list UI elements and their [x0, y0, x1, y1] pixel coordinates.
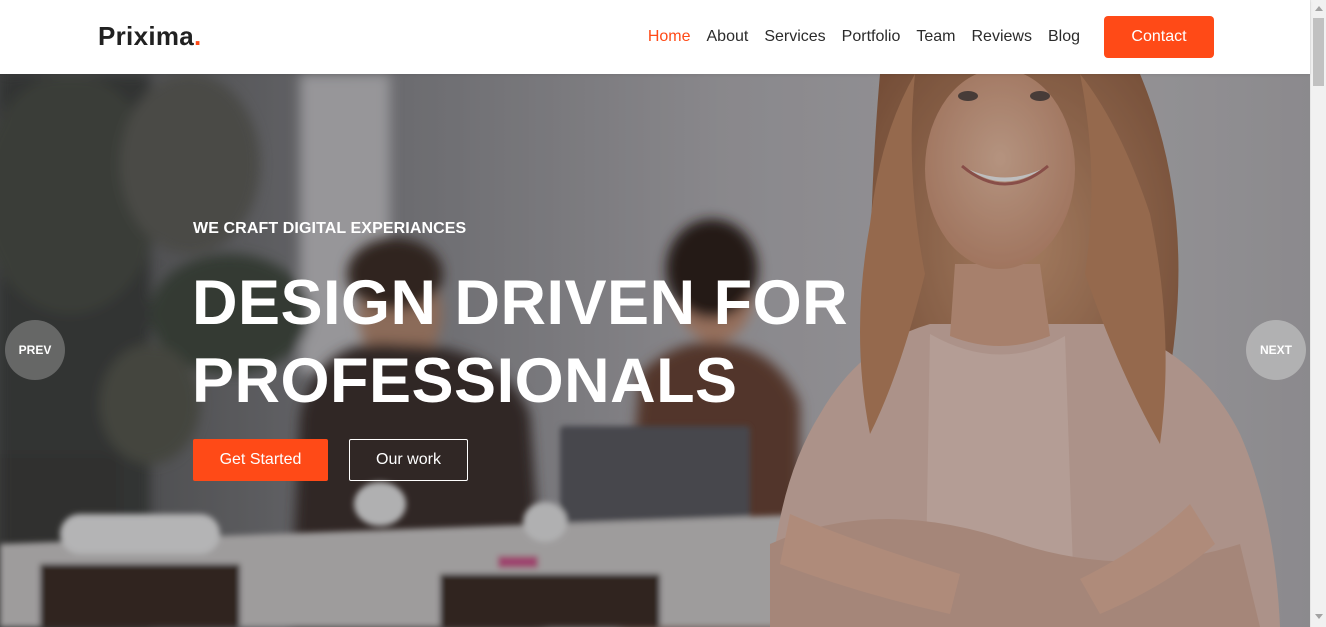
page-scrollbar[interactable]: [1310, 0, 1326, 627]
nav-services[interactable]: Services: [764, 28, 825, 46]
our-work-button[interactable]: Our work: [349, 439, 468, 481]
scroll-down-arrow-icon[interactable]: [1315, 614, 1323, 619]
hero-title: DESIGN DRIVEN FOR PROFESSIONALS: [192, 264, 912, 420]
logo-dot: .: [194, 21, 202, 51]
nav-portfolio[interactable]: Portfolio: [842, 28, 901, 46]
contact-button[interactable]: Contact: [1104, 16, 1214, 58]
hero-title-line1: DESIGN DRIVEN FOR: [192, 268, 849, 338]
scrollbar-thumb[interactable]: [1313, 18, 1324, 86]
nav-reviews[interactable]: Reviews: [972, 28, 1032, 46]
site-header: Prixima. Home About Services Portfolio T…: [0, 0, 1310, 74]
nav-about[interactable]: About: [707, 28, 749, 46]
hero-slider: WE CRAFT DIGITAL EXPERIANCES DESIGN DRIV…: [0, 74, 1310, 627]
get-started-button[interactable]: Get Started: [193, 439, 328, 481]
main-nav: Home About Services Portfolio Team Revie…: [648, 16, 1214, 58]
hero-eyebrow: WE CRAFT DIGITAL EXPERIANCES: [193, 220, 467, 237]
next-slide-button[interactable]: NEXT: [1246, 320, 1306, 380]
prev-slide-button[interactable]: PREV: [5, 320, 65, 380]
hero-title-line2: PROFESSIONALS: [192, 346, 738, 416]
logo[interactable]: Prixima.: [98, 21, 202, 51]
nav-blog[interactable]: Blog: [1048, 28, 1080, 46]
scroll-up-arrow-icon[interactable]: [1315, 6, 1323, 11]
logo-text: Prixima: [98, 21, 195, 51]
nav-team[interactable]: Team: [916, 28, 955, 46]
nav-home[interactable]: Home: [648, 28, 691, 46]
